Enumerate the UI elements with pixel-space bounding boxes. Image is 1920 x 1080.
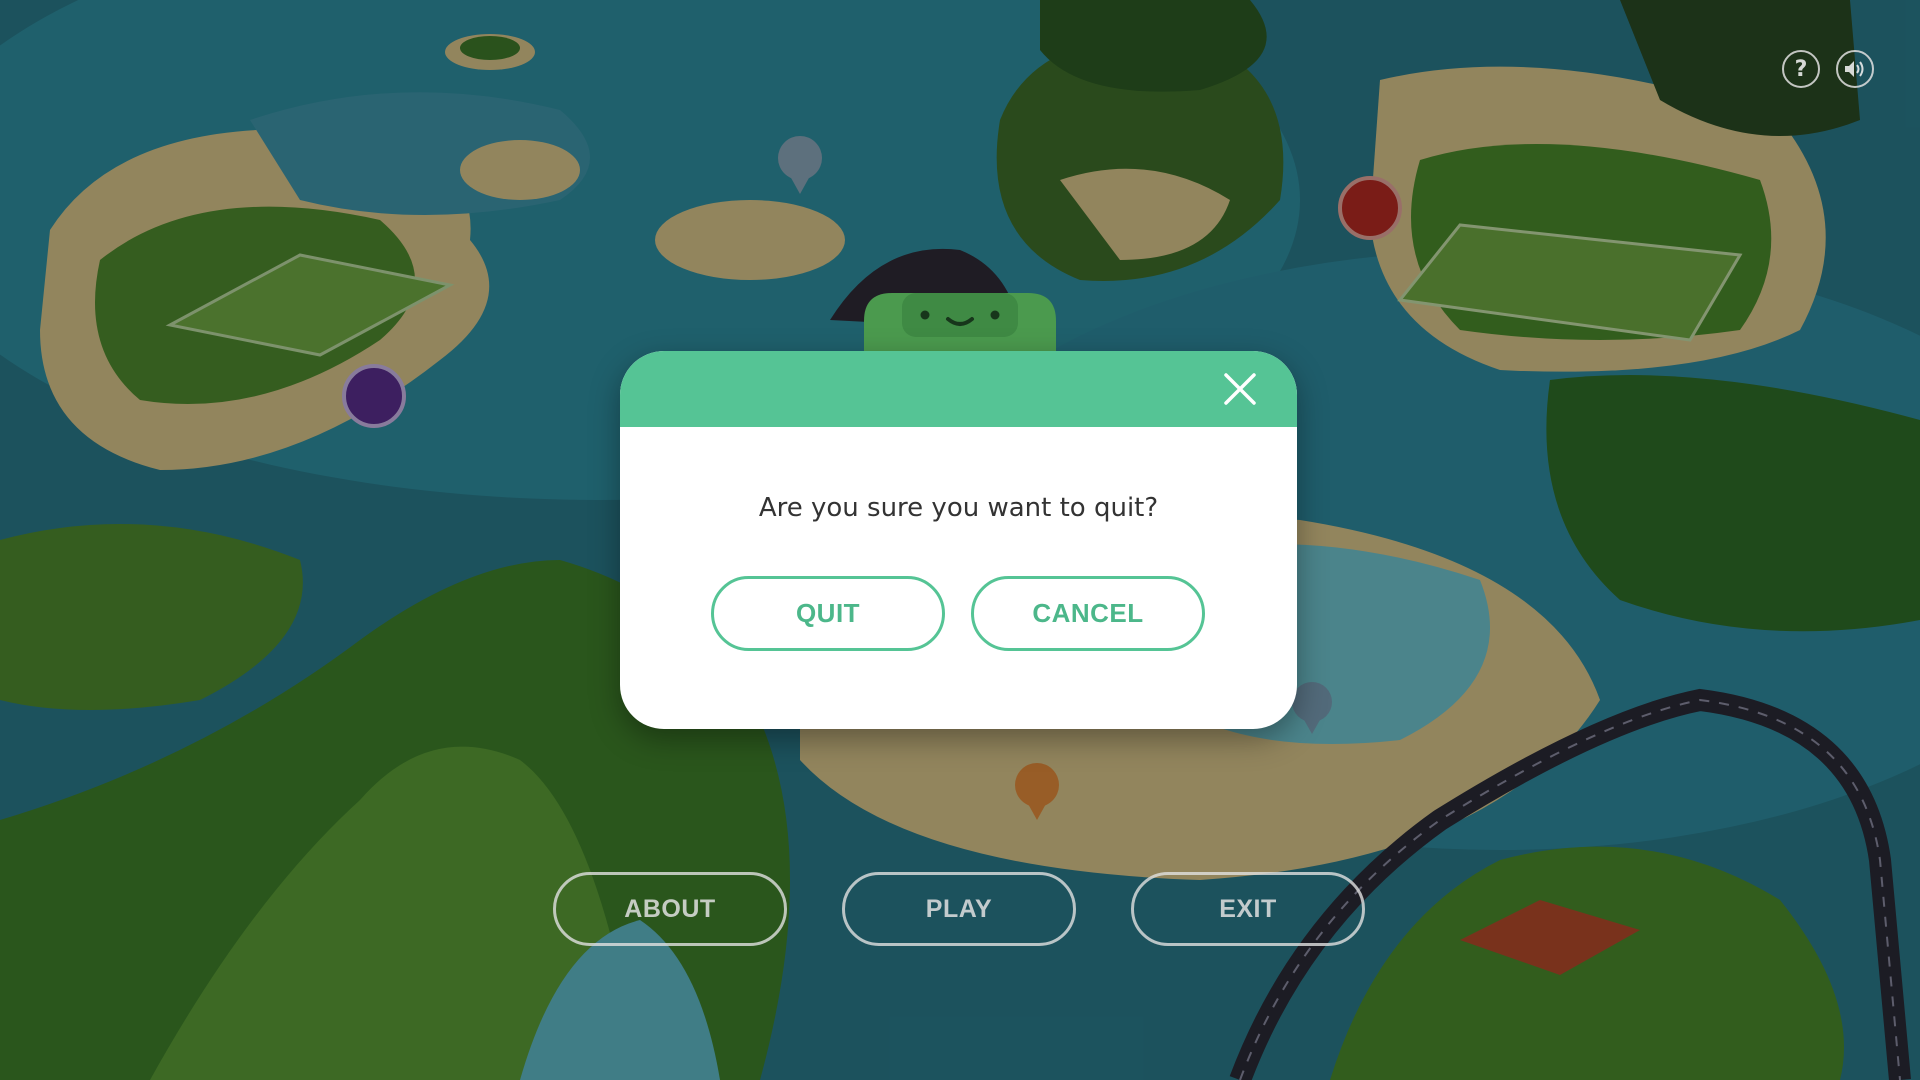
question-mark-icon: ? xyxy=(1794,56,1808,82)
purple-pin-icon xyxy=(342,364,406,428)
play-button[interactable]: PLAY xyxy=(842,872,1076,946)
mascot-character xyxy=(864,293,1056,353)
cancel-button[interactable]: CANCEL xyxy=(971,576,1205,651)
quit-button[interactable]: QUIT xyxy=(711,576,945,651)
help-button[interactable]: ? xyxy=(1782,50,1820,88)
about-button[interactable]: ABOUT xyxy=(553,872,787,946)
close-button[interactable] xyxy=(1220,369,1260,409)
red-pin-icon xyxy=(1338,176,1402,240)
sound-button[interactable] xyxy=(1836,50,1874,88)
dialog-message: Are you sure you want to quit? xyxy=(758,493,1159,523)
dialog-header xyxy=(620,351,1297,427)
speaker-icon xyxy=(1845,61,1864,77)
quit-confirm-dialog: Are you sure you want to quit? QUIT CANC… xyxy=(620,351,1297,729)
exit-button[interactable]: EXIT xyxy=(1131,872,1365,946)
close-icon xyxy=(1224,373,1256,405)
